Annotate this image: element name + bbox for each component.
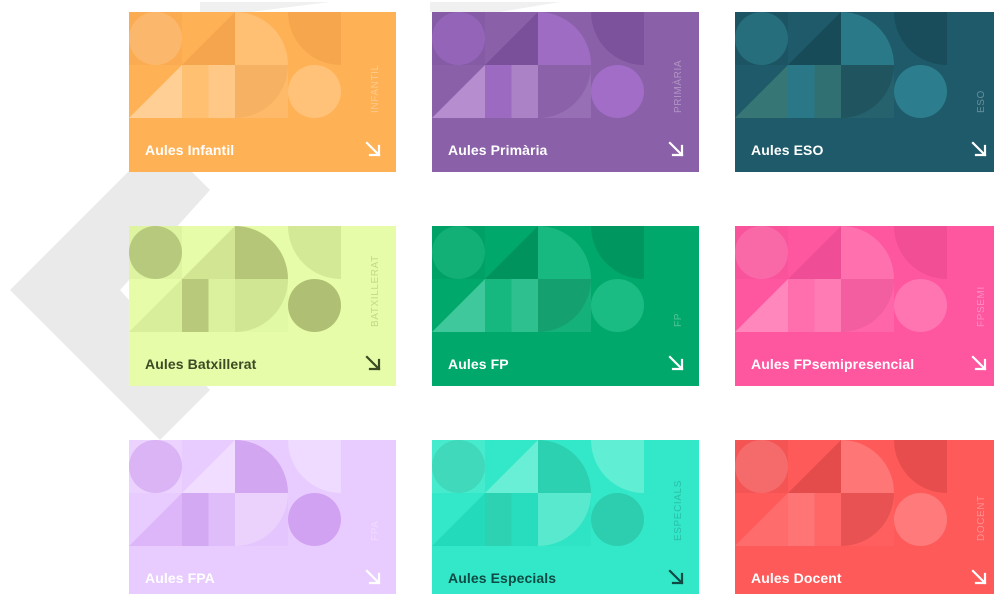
card-aules-primaria[interactable]: PRIMÀRIA Aules Primària [432,12,699,172]
card-title: Aules Infantil [145,142,235,158]
card-aules-docent[interactable]: DOCENT Aules Docent [735,440,994,594]
arrow-down-right-icon [971,355,987,371]
card-title: Aules Batxillerat [145,356,257,372]
arrow-down-right-icon [365,569,381,585]
card-title: Aules FPA [145,570,215,586]
card-title: Aules ESO [751,142,824,158]
arrow-down-right-icon [971,141,987,157]
card-title: Aules Docent [751,570,842,586]
card-aules-infantil[interactable]: INFANTIL Aules Infantil [129,12,396,172]
card-aules-batxillerat[interactable]: BATXILLERAT Aules Batxillerat [129,226,396,386]
card-aules-fpsemipresencial[interactable]: FPSEMI Aules FPsemipresencial [735,226,994,386]
card-title: Aules Primària [448,142,548,158]
card-aules-eso[interactable]: ESO Aules ESO [735,12,994,172]
classroom-grid: INFANTIL Aules Infantil PRIMÀRIA Aules P… [129,12,994,594]
arrow-down-right-icon [668,141,684,157]
arrow-down-right-icon [365,355,381,371]
arrow-down-right-icon [971,569,987,585]
arrow-down-right-icon [365,141,381,157]
card-aules-especials[interactable]: ESPECIALS Aules Especials [432,440,699,594]
card-aules-fpa[interactable]: FPA Aules FPA [129,440,396,594]
card-aules-fp[interactable]: FP Aules FP [432,226,699,386]
card-title: Aules FP [448,356,509,372]
arrow-down-right-icon [668,569,684,585]
card-title: Aules Especials [448,570,557,586]
card-title: Aules FPsemipresencial [751,356,915,372]
arrow-down-right-icon [668,355,684,371]
